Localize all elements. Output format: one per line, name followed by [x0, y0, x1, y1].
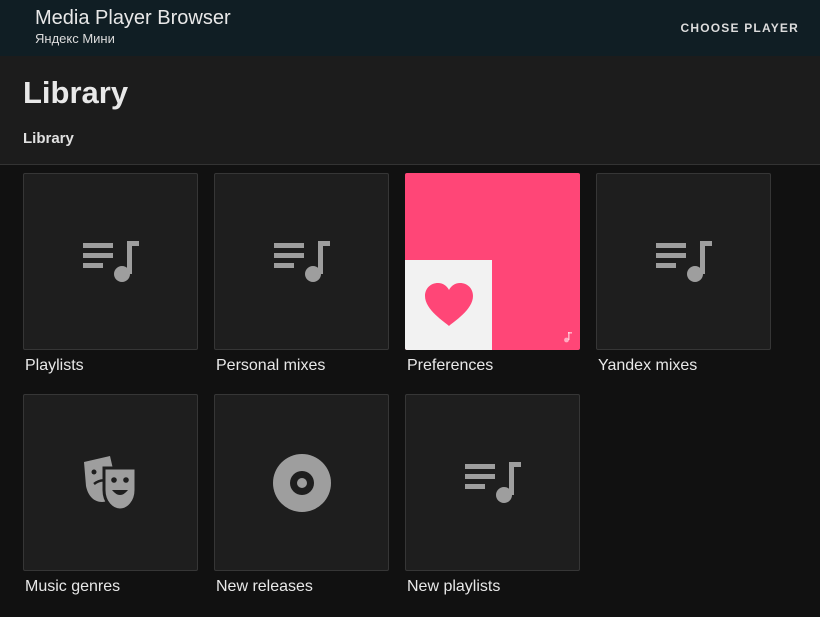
playlist-music-icon — [273, 240, 330, 282]
heart-badge — [405, 260, 492, 350]
tile-label: Yandex mixes — [598, 357, 698, 374]
tile-label: Personal mixes — [216, 357, 326, 374]
playlist-music-icon — [82, 240, 139, 282]
drama-masks-icon — [83, 455, 137, 512]
tile-label: New playlists — [407, 578, 501, 595]
breadcrumb[interactable]: Library — [23, 130, 74, 147]
tile-thumbnail — [23, 394, 198, 571]
tile-thumbnail — [23, 173, 198, 350]
app-title: Media Player Browser — [35, 7, 231, 29]
library-tile-preferences[interactable]: Preferences — [405, 173, 580, 384]
library-tile-personal-mixes[interactable]: Personal mixes — [214, 173, 389, 384]
tile-thumbnail — [214, 394, 389, 571]
page-title: Library — [23, 75, 129, 110]
tile-label: Preferences — [407, 357, 494, 374]
page-header: Library Library — [0, 56, 820, 165]
preferences-artwork — [405, 173, 580, 350]
library-tile-new-releases[interactable]: New releases — [214, 394, 389, 605]
vinyl-disc-icon — [272, 453, 331, 512]
tile-thumbnail — [596, 173, 771, 350]
library-tile-new-playlists[interactable]: New playlists — [405, 394, 580, 605]
music-note-icon — [564, 332, 572, 343]
playlist-music-icon — [655, 240, 712, 282]
library-tile-music-genres[interactable]: Music genres — [23, 394, 198, 605]
library-tile-yandex-mixes[interactable]: Yandex mixes — [596, 173, 771, 384]
playlist-music-icon — [464, 461, 521, 503]
tile-label: New releases — [216, 578, 313, 595]
library-tile-playlists[interactable]: Playlists — [23, 173, 198, 384]
player-name: Яндекс Мини — [35, 31, 115, 46]
tile-label: Playlists — [25, 357, 84, 374]
choose-player-button[interactable]: CHOOSE PLAYER — [680, 19, 799, 37]
tile-thumbnail — [405, 394, 580, 571]
top-app-bar: Media Player Browser Яндекс Мини CHOOSE … — [0, 0, 820, 56]
tile-label: Music genres — [25, 578, 121, 595]
tile-thumbnail — [214, 173, 389, 350]
heart-icon — [425, 283, 473, 326]
